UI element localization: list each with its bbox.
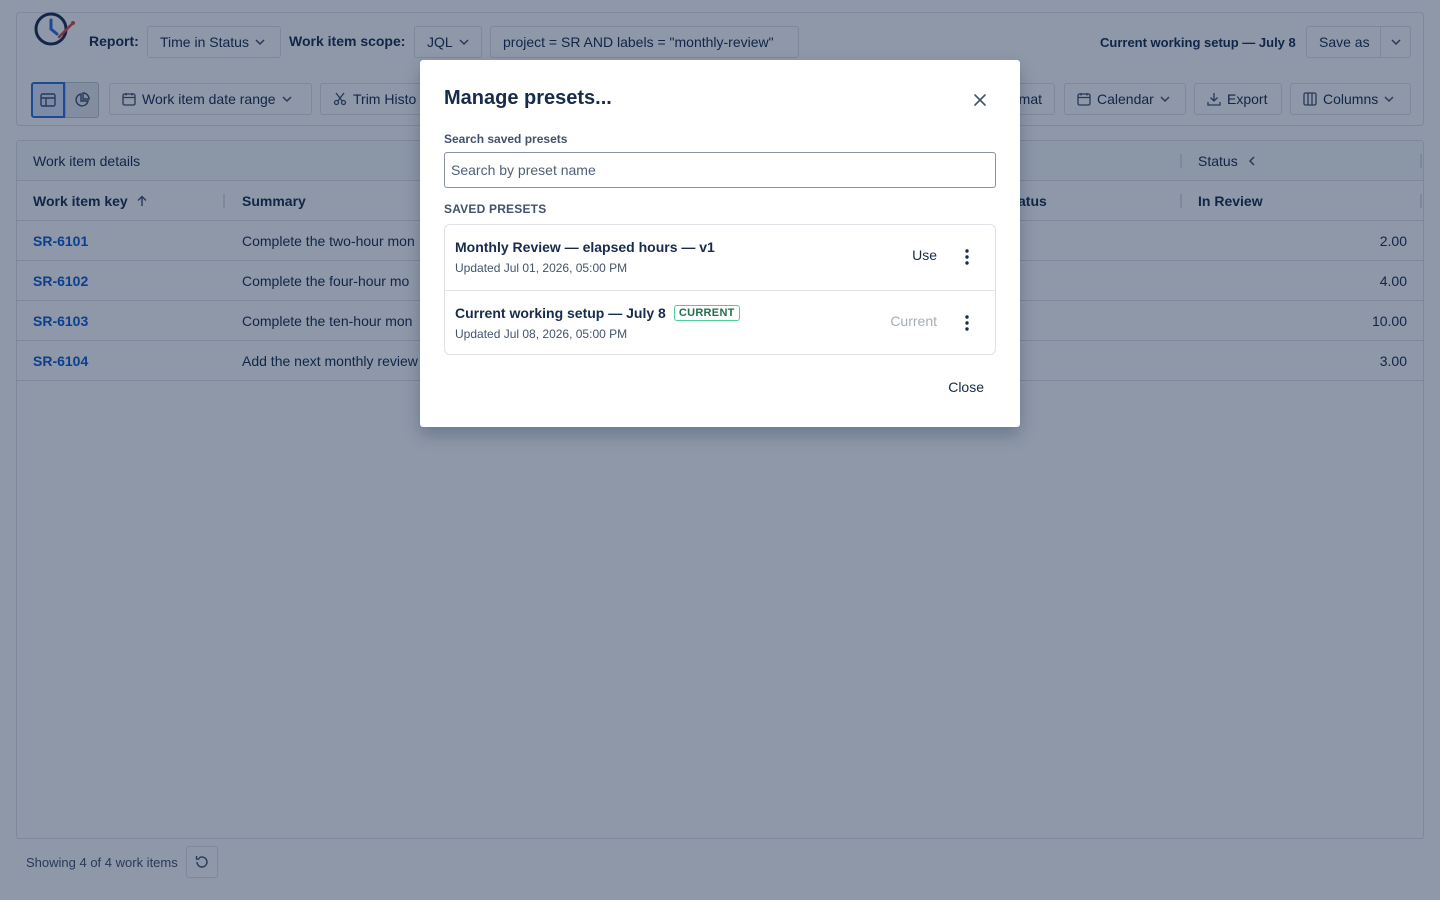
preset-name: Monthly Review — elapsed hours — v1 (455, 239, 715, 255)
preset-name-label: Monthly Review — elapsed hours — v1 (455, 239, 715, 255)
preset-more-button[interactable] (955, 245, 979, 269)
dialog-title: Manage presets... (444, 87, 612, 109)
preset-more-button[interactable] (955, 311, 979, 335)
use-preset-button[interactable]: Use (912, 247, 937, 263)
saved-presets-heading: SAVED PRESETS (444, 202, 547, 216)
close-button[interactable]: Close (936, 375, 996, 399)
preset-updated: Updated Jul 01, 2026, 05:00 PM (455, 261, 628, 275)
search-presets-label: Search saved presets (444, 132, 568, 146)
preset-name: Current working setup — July 8 CURRENT (455, 305, 740, 321)
presets-list: Monthly Review — elapsed hours — v1 Upda… (444, 224, 996, 355)
more-vertical-icon (965, 315, 969, 331)
current-preset-indicator: Current (890, 313, 937, 329)
preset-name-label: Current working setup — July 8 (455, 305, 666, 321)
preset-item: Current working setup — July 8 CURRENT U… (445, 290, 995, 355)
preset-item: Monthly Review — elapsed hours — v1 Upda… (445, 225, 995, 290)
preset-updated: Updated Jul 08, 2026, 05:00 PM (455, 327, 628, 341)
search-presets-input[interactable] (444, 152, 996, 188)
dialog-close-button[interactable] (968, 88, 992, 112)
close-icon (974, 94, 986, 106)
manage-presets-dialog: Manage presets... Search saved presets S… (420, 60, 1020, 427)
more-vertical-icon (965, 249, 969, 265)
current-badge: CURRENT (673, 305, 740, 321)
